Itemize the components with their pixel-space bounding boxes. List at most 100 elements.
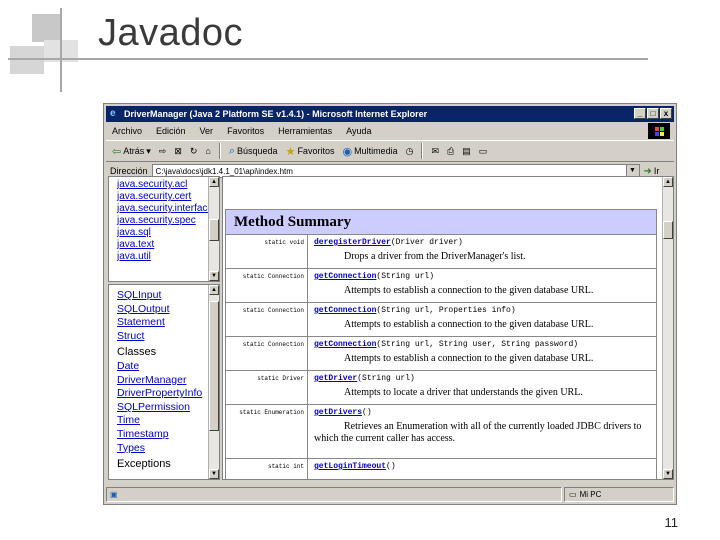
discuss-icon[interactable]: ▭ <box>479 146 488 157</box>
menu-ayuda[interactable]: Ayuda <box>346 126 371 136</box>
package-link[interactable]: java.text <box>117 239 218 251</box>
history-icon[interactable]: ◷ <box>406 146 414 157</box>
class-link[interactable]: Time <box>117 414 202 428</box>
method-description: Attempts to locate a driver that underst… <box>344 387 583 398</box>
page-icon: ▣ <box>110 489 118 499</box>
scroll-up-icon[interactable]: ▲ <box>663 177 673 187</box>
menu-archivo[interactable]: Archivo <box>112 126 142 136</box>
main-scrollbar[interactable]: ▲ ▼ <box>662 177 673 479</box>
method-description: Attempts to establish a connection to th… <box>344 353 594 364</box>
packages-frame: java.security.acl java.security.cert jav… <box>108 176 220 282</box>
method-signature: getDrivers() <box>314 408 372 417</box>
favorites-button[interactable]: ★ Favoritos <box>286 145 335 158</box>
method-params: (String url, Properties info) <box>376 306 516 315</box>
package-link[interactable]: java.sql <box>117 227 218 239</box>
method-signature: getConnection(String url, String user, S… <box>314 340 578 349</box>
method-modifier: static void <box>226 235 308 268</box>
mail-icon[interactable]: ✉ <box>431 146 439 157</box>
close-button[interactable]: x <box>660 108 672 119</box>
package-link[interactable]: java.util <box>117 251 218 263</box>
package-link[interactable]: java.security.acl <box>117 179 218 191</box>
method-link[interactable]: getConnection <box>314 340 376 349</box>
class-link[interactable]: Types <box>117 442 202 456</box>
multimedia-button[interactable]: ◉ Multimedia <box>342 145 397 158</box>
method-link[interactable]: getConnection <box>314 306 376 315</box>
browser-window: e DriverManager (Java 2 Platform SE v1.4… <box>103 103 677 505</box>
scroll-down-icon[interactable]: ▼ <box>663 469 673 479</box>
toolbar: ⇦ Atrás ▾ ⇨ ⊠ ↻ ⌂ ⌕ Búsqueda ★ Favoritos… <box>106 140 674 162</box>
maximize-button[interactable]: □ <box>647 108 659 119</box>
class-link[interactable]: SQLPermission <box>117 401 202 415</box>
search-icon: ⌕ <box>228 144 236 157</box>
method-row: static int getLoginTimeout() <box>225 459 657 479</box>
method-row: static Connection getConnection(String u… <box>225 337 657 371</box>
method-link[interactable]: getConnection <box>314 272 376 281</box>
method-row: static Driver getDriver(String url) Atte… <box>225 371 657 405</box>
window-title: DriverManager (Java 2 Platform SE v1.4.1… <box>124 109 428 119</box>
method-description: Attempts to establish a connection to th… <box>344 285 594 296</box>
interface-link[interactable]: Struct <box>117 330 202 344</box>
go-button[interactable]: ➜ Ir <box>644 166 660 177</box>
packages-scrollbar[interactable]: ▲ ▼ <box>208 177 219 281</box>
home-icon[interactable]: ⌂ <box>205 146 210 156</box>
favorites-label: Favoritos <box>297 146 335 156</box>
package-link[interactable]: java.security.spec <box>117 215 218 227</box>
scroll-thumb[interactable] <box>663 221 673 239</box>
multimedia-icon: ◉ <box>342 145 353 158</box>
search-label: Búsqueda <box>237 146 278 156</box>
interface-link[interactable]: SQLInput <box>117 289 202 303</box>
scroll-up-icon[interactable]: ▲ <box>209 177 219 187</box>
package-link[interactable]: java.security.cert <box>117 191 218 203</box>
decor-square <box>32 14 60 42</box>
method-signature: getDriver(String url) <box>314 374 415 383</box>
star-icon: ★ <box>285 145 296 158</box>
menu-herramientas[interactable]: Herramientas <box>278 126 332 136</box>
class-link[interactable]: Timestamp <box>117 428 202 442</box>
address-value: C:\java\docs\jdk1.4.1_01\api\index.htm <box>155 166 293 176</box>
toolbar-separator <box>421 143 424 159</box>
scroll-thumb[interactable] <box>209 219 219 241</box>
search-button[interactable]: ⌕ Búsqueda <box>229 145 278 158</box>
back-label: Atrás <box>123 146 145 156</box>
method-modifier: static int <box>226 459 308 479</box>
method-link[interactable]: getDriver <box>314 374 357 383</box>
status-zone: ▭ Mi PC <box>564 486 674 502</box>
back-arrow-icon: ⇦ <box>112 145 122 158</box>
method-link[interactable]: deregisterDriver <box>314 238 391 247</box>
status-zone-label: Mi PC <box>579 489 602 499</box>
menu-favoritos[interactable]: Favoritos <box>227 126 264 136</box>
class-list: SQLInput SQLOutput Statement Struct Clas… <box>117 289 202 472</box>
class-link[interactable]: Date <box>117 360 202 374</box>
method-link[interactable]: getLoginTimeout <box>314 462 386 471</box>
method-row: static Connection getConnection(String u… <box>225 269 657 303</box>
go-label: Ir <box>653 166 660 176</box>
back-button[interactable]: ⇦ Atrás ▾ <box>112 145 151 158</box>
edit-icon[interactable]: ▤ <box>462 146 471 157</box>
forward-button[interactable]: ⇨ <box>159 146 167 157</box>
classes-frame: SQLInput SQLOutput Statement Struct Clas… <box>108 284 220 480</box>
menu-ver[interactable]: Ver <box>200 126 214 136</box>
class-link[interactable]: DriverManager <box>117 374 202 388</box>
method-row: static void deregisterDriver(Driver driv… <box>225 235 657 269</box>
title-bar: e DriverManager (Java 2 Platform SE v1.4… <box>106 106 674 122</box>
class-link[interactable]: DriverPropertyInfo <box>117 387 202 401</box>
interface-link[interactable]: Statement <box>117 316 202 330</box>
method-link[interactable]: getDrivers <box>314 408 362 417</box>
print-icon[interactable]: ⎙ <box>447 146 454 157</box>
stop-icon[interactable]: ⊠ <box>174 146 182 157</box>
refresh-icon[interactable]: ↻ <box>190 146 198 157</box>
scroll-down-icon[interactable]: ▼ <box>209 469 219 479</box>
decor-horizontal-line <box>8 58 648 60</box>
method-signature: getConnection(String url) <box>314 272 434 281</box>
scroll-thumb[interactable] <box>209 301 219 431</box>
classes-scrollbar[interactable]: ▲ ▼ <box>208 285 219 479</box>
multimedia-label: Multimedia <box>354 146 398 156</box>
method-modifier: static Connection <box>226 337 308 370</box>
minimize-button[interactable]: _ <box>634 108 646 119</box>
scroll-down-icon[interactable]: ▼ <box>209 271 219 281</box>
interface-link[interactable]: SQLOutput <box>117 303 202 317</box>
scroll-up-icon[interactable]: ▲ <box>209 285 219 295</box>
ie-logo-icon: e <box>110 108 116 119</box>
package-link[interactable]: java.security.interfaces <box>117 203 218 215</box>
menu-edicion[interactable]: Edición <box>156 126 186 136</box>
